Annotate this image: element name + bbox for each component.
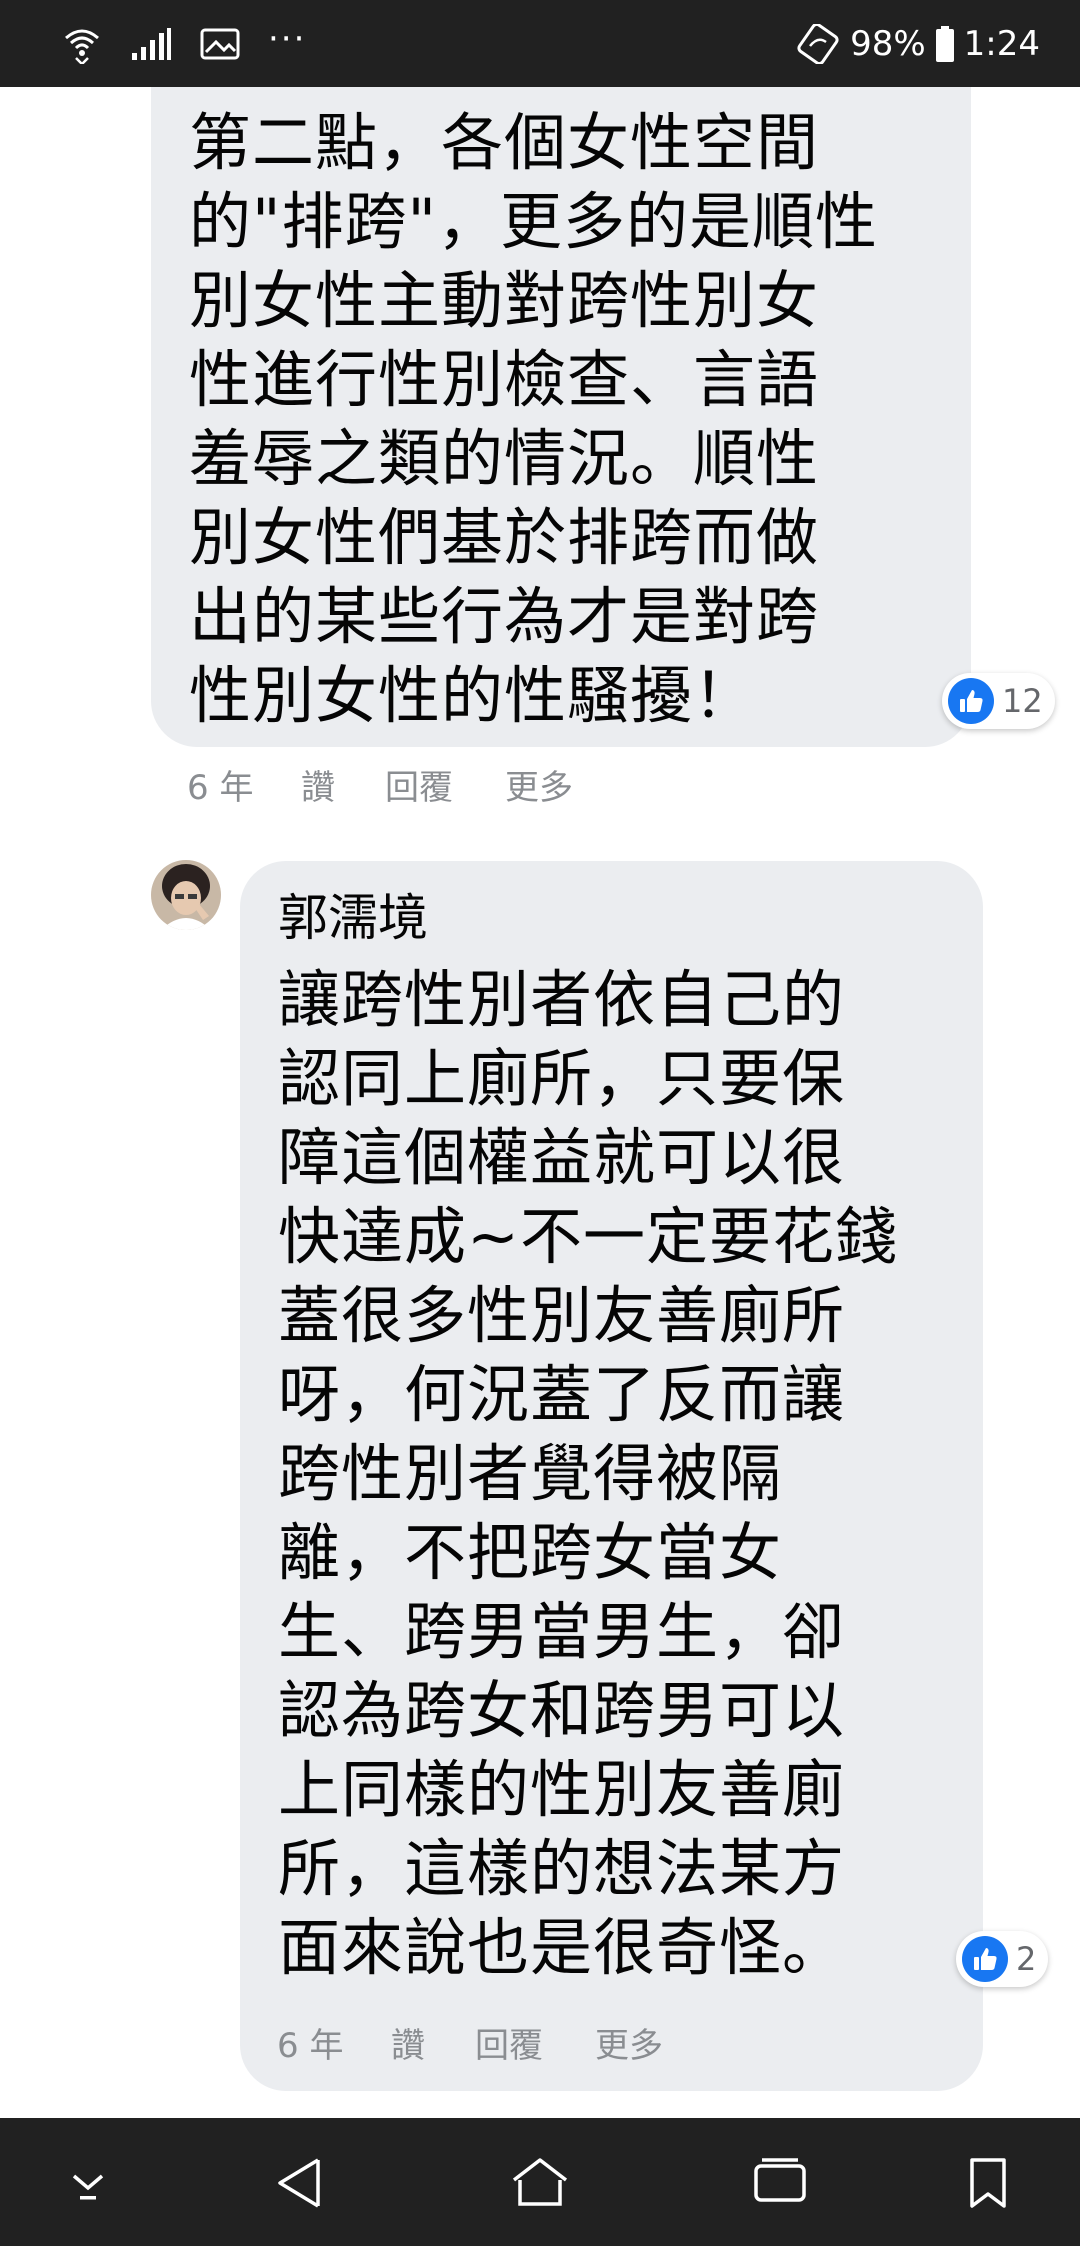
like-icon (948, 678, 994, 724)
nfc-icon (796, 24, 840, 64)
comment-actions: 6 年 讚 回覆 更多 (277, 2018, 663, 2067)
like-link[interactable]: 讚 (391, 2018, 475, 2067)
comment-text: 讓跨性別者依自己的 認同上廁所，只要保 障這個權益就可以很 快達成~不一定要花錢… (278, 963, 898, 1984)
status-bar: ··· 98% 1:24 (0, 0, 1080, 87)
battery-percent: 98% (850, 24, 926, 64)
reaction-count-value: 2 (1016, 1940, 1037, 1978)
battery-icon (935, 26, 954, 62)
comment-timestamp: 6 年 (187, 768, 254, 808)
collapse-icon[interactable] (64, 2164, 112, 2204)
like-icon (962, 1936, 1008, 1982)
comment-thread[interactable]: 第二點，各個女性空間 的"排跨"，更多的是順性 別女性主動對跨性別女 性進行性別… (0, 87, 1080, 2118)
navigation-bar (0, 2118, 1080, 2246)
wifi-icon (62, 24, 102, 64)
comment-actions: 6 年 讚 回覆 更多 (187, 760, 573, 809)
like-link[interactable]: 讚 (301, 760, 385, 809)
signal-icon (130, 27, 172, 61)
reply-link[interactable]: 回覆 (475, 2018, 595, 2067)
bookmark-icon[interactable] (968, 2156, 1008, 2210)
reaction-count-value: 12 (1002, 682, 1043, 720)
comment-author[interactable]: 郭濡境 (278, 883, 428, 953)
status-left-icons: ··· (62, 22, 306, 66)
comment-bubble[interactable]: 第二點，各個女性空間 的"排跨"，更多的是順性 別女性主動對跨性別女 性進行性別… (151, 87, 971, 747)
reaction-count[interactable]: 2 (956, 1931, 1049, 1987)
back-icon[interactable] (274, 2156, 324, 2210)
status-right: 98% 1:24 (796, 20, 1040, 68)
more-link[interactable]: 更多 (595, 2018, 663, 2067)
home-icon[interactable] (510, 2156, 570, 2208)
reply-link[interactable]: 回覆 (385, 760, 505, 809)
more-dots-icon: ··· (268, 19, 307, 59)
recents-icon[interactable] (752, 2156, 808, 2206)
more-link[interactable]: 更多 (505, 760, 573, 809)
clock: 1:24 (963, 24, 1040, 64)
avatar[interactable] (151, 860, 221, 930)
comment-text: 第二點，各個女性空間 的"排跨"，更多的是順性 別女性主動對跨性別女 性進行性別… (189, 106, 879, 732)
reaction-count[interactable]: 12 (942, 673, 1055, 729)
comment-bubble[interactable]: 郭濡境 讓跨性別者依自己的 認同上廁所，只要保 障這個權益就可以很 快達成~不一… (240, 861, 983, 2091)
comment-timestamp: 6 年 (277, 2026, 344, 2066)
image-icon (200, 28, 240, 60)
